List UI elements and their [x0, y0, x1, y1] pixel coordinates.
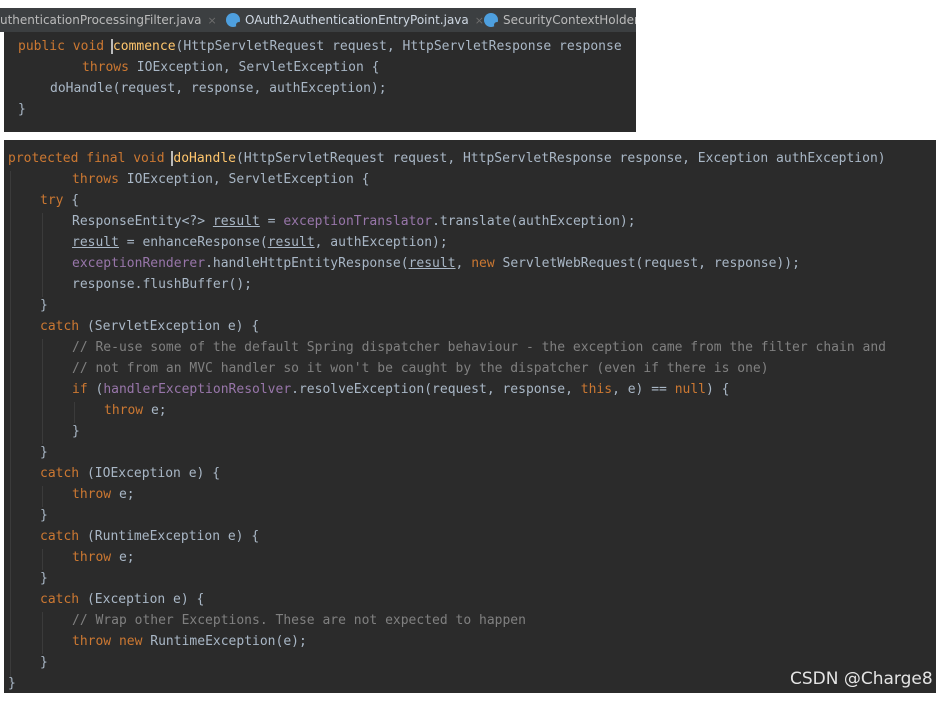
indent-guide: [10, 171, 11, 683]
code-line: }: [18, 102, 26, 117]
java-class-icon: [484, 13, 500, 28]
text-caret: c: [110, 39, 121, 54]
code-comment: // not from an MVC handler so it won't b…: [72, 361, 769, 376]
code-line: }: [40, 508, 48, 523]
text-caret: d: [171, 151, 182, 166]
code-line: exceptionRenderer.handleHttpEntityRespon…: [72, 256, 800, 271]
editor-tab-bar: uthenticationProcessingFilter.java × OAut…: [0, 8, 636, 32]
code-editor-dohandle[interactable]: protected final void doHandle(HttpServle…: [4, 140, 936, 693]
code-line: throws IOException, ServletException {: [82, 60, 380, 75]
code-line: }: [40, 445, 48, 460]
code-line: result = enhanceResponse(result, authExc…: [72, 235, 448, 250]
watermark: CSDN @Charge8: [790, 669, 933, 689]
code-line: catch (RuntimeException e) {: [40, 529, 260, 544]
code-line: try {: [40, 193, 80, 208]
code-line: public void commence(HttpServletRequest …: [18, 39, 622, 54]
code-line: throws IOException, ServletException {: [72, 172, 370, 187]
close-icon[interactable]: ×: [208, 14, 217, 27]
code-line: doHandle(request, response, authExceptio…: [50, 81, 387, 96]
code-comment: // Wrap other Exceptions. These are not …: [72, 613, 526, 628]
code-line: catch (Exception e) {: [40, 592, 205, 607]
code-line: response.flushBuffer();: [72, 277, 253, 292]
close-icon[interactable]: ×: [475, 14, 484, 27]
code-line: }: [40, 298, 48, 313]
code-editor-commence[interactable]: public void commence(HttpServletRequest …: [4, 32, 636, 132]
code-line: }: [40, 655, 48, 670]
tab-label: uthenticationProcessingFilter.java: [0, 13, 202, 27]
indent-guide: [42, 213, 43, 297]
code-line: }: [72, 424, 80, 439]
code-line: throw e;: [72, 550, 135, 565]
code-line: if (handlerExceptionResolver.resolveExce…: [72, 382, 730, 397]
code-line: catch (ServletException e) {: [40, 319, 260, 334]
code-line: throw e;: [104, 403, 167, 418]
tab-oauth2-authentication-entry-point[interactable]: OAuth2AuthenticationEntryPoint.java ×: [226, 8, 484, 32]
code-line: throw e;: [72, 487, 135, 502]
code-line: throw new RuntimeException(e);: [72, 634, 307, 649]
tab-label: SecurityContextHolder.: [503, 13, 636, 27]
indent-guide: [74, 402, 75, 423]
indent-guide: [42, 486, 43, 507]
tab-label: OAuth2AuthenticationEntryPoint.java: [245, 13, 469, 27]
indent-guide: [42, 612, 43, 654]
code-line: }: [40, 571, 48, 586]
tab-security-context-holder[interactable]: SecurityContextHolder.: [484, 8, 636, 32]
tab-authentication-processing-filter[interactable]: uthenticationProcessingFilter.java ×: [0, 8, 217, 32]
indent-guide: [42, 549, 43, 570]
code-line: ResponseEntity<?> result = exceptionTran…: [72, 214, 636, 229]
code-comment: // Re-use some of the default Spring dis…: [72, 340, 886, 355]
code-line: protected final void doHandle(HttpServle…: [8, 151, 886, 166]
indent-guide: [42, 339, 43, 444]
code-line: }: [8, 676, 16, 691]
code-line: catch (IOException e) {: [40, 466, 221, 481]
java-class-icon: [226, 13, 242, 28]
